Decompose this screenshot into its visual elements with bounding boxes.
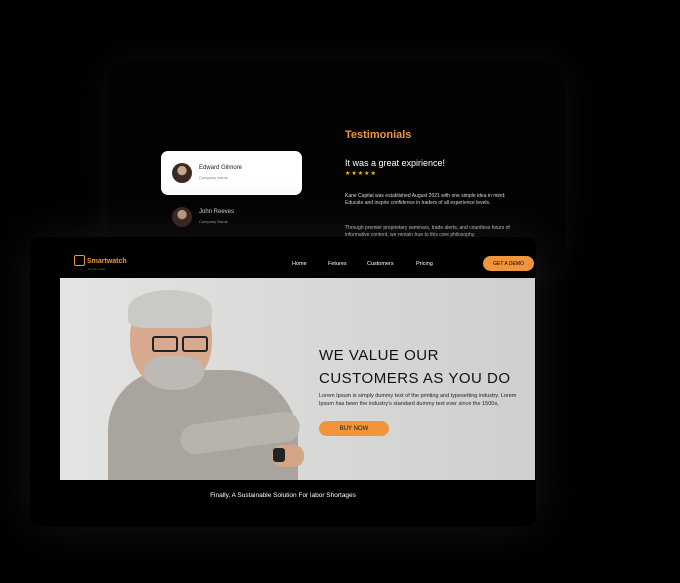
testimonials-heading: Testimonials bbox=[345, 129, 412, 141]
hero-title: WE VALUE OUR CUSTOMERS AS YOU DO bbox=[319, 347, 511, 387]
logo-text: Smartwatch bbox=[87, 258, 127, 265]
watch-icon bbox=[273, 448, 285, 462]
testimonial-person-name: John Reeves bbox=[199, 209, 235, 215]
buy-now-button[interactable]: BUY NOW bbox=[319, 421, 389, 436]
avatar bbox=[172, 163, 192, 183]
rating-stars: ★★★★★ bbox=[345, 171, 377, 177]
avatar bbox=[172, 207, 192, 227]
testimonial-card[interactable]: John Reeves Company Name bbox=[161, 202, 302, 232]
footer-tagline: Finally, A Sustainable Solution For labo… bbox=[210, 492, 356, 499]
nav-link-pricing[interactable]: Pricing bbox=[416, 261, 433, 267]
testimonial-quote-title: It was a great expirience! bbox=[345, 158, 446, 168]
testimonial-person-name: Edward Gilmore bbox=[199, 165, 243, 171]
testimonial-paragraph: Kane Capital was established August 2021… bbox=[345, 193, 506, 206]
logo-icon bbox=[74, 255, 85, 266]
nav-link-customers[interactable]: Customers bbox=[367, 261, 394, 267]
get-demo-button[interactable]: GET A DEMO bbox=[483, 256, 534, 271]
nav-link-home[interactable]: Home bbox=[292, 261, 307, 267]
landing-page-panel: Smartwatch for the smart Home Fetures Cu… bbox=[30, 237, 536, 527]
nav-link-features[interactable]: Fetures bbox=[328, 261, 347, 267]
navbar: Smartwatch for the smart Home Fetures Cu… bbox=[60, 237, 536, 278]
testimonial-card-active[interactable]: Edward Gilmore Company Name bbox=[161, 151, 302, 195]
testimonial-company: Company Name bbox=[199, 219, 228, 224]
hero-section: WE VALUE OUR CUSTOMERS AS YOU DO Lorem I… bbox=[60, 278, 535, 480]
hero-description: Lorem Ipsum is simply dummy text of the … bbox=[319, 393, 517, 407]
logo-subtitle: for the smart bbox=[88, 267, 105, 271]
testimonial-company: Company Name bbox=[199, 175, 228, 180]
